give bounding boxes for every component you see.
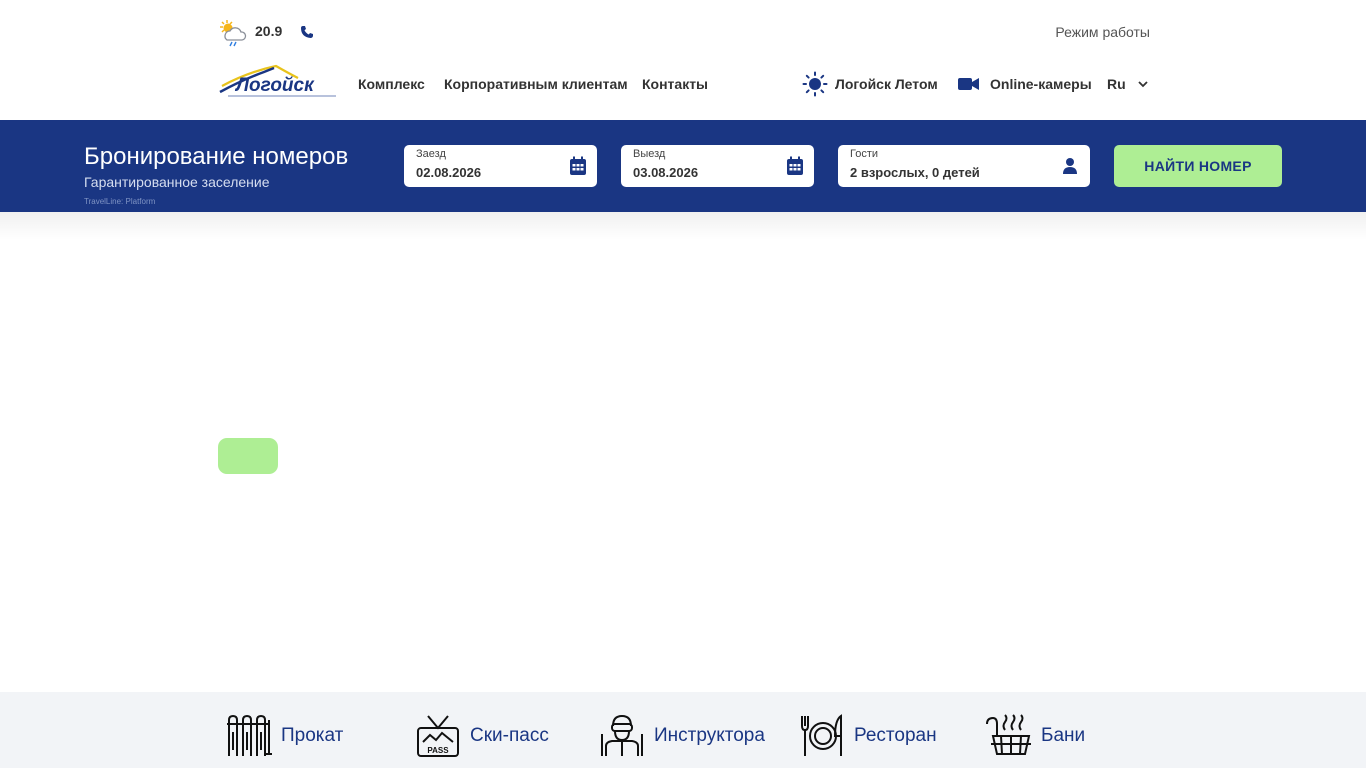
checkout-label: Выезд	[633, 148, 666, 160]
top-bar: 20.9 Режим работы	[218, 18, 1150, 48]
sauna-icon	[986, 714, 1031, 755]
booking-provider[interactable]: TravelLine: Platform	[84, 197, 155, 206]
svg-text:PASS: PASS	[427, 746, 449, 755]
logoysk-logo[interactable]: Логойск	[218, 62, 338, 102]
calendar-icon	[570, 156, 586, 175]
ski-pass-icon: PASS	[417, 715, 459, 757]
nav-corporate-clients[interactable]: Корпоративным клиентам	[444, 76, 628, 92]
checkin-date-field[interactable]: Заезд 02.08.2026	[404, 145, 597, 187]
service-restaurant[interactable]: Ресторан	[798, 714, 937, 758]
phone-icon[interactable]	[300, 25, 314, 39]
language-value: Ru	[1107, 76, 1126, 92]
temperature: 20.9	[255, 23, 283, 39]
sun-icon	[802, 71, 828, 97]
video-camera-icon	[958, 78, 979, 90]
guests-field[interactable]: Гости 2 взрослых, 0 детей	[838, 145, 1090, 187]
guests-label: Гости	[850, 148, 879, 160]
checkin-value: 02.08.2026	[416, 165, 482, 180]
booking-shadow	[0, 212, 1366, 240]
booking-widget: Бронирование номеров Гарантированное зас…	[0, 120, 1366, 212]
user-icon	[1063, 158, 1077, 174]
service-ski-pass[interactable]: PASS Ски-пасс	[414, 714, 549, 758]
nav-complex[interactable]: Комплекс	[358, 76, 425, 92]
service-sauna[interactable]: Бани	[985, 714, 1085, 758]
restaurant-icon	[801, 714, 842, 756]
summer-link[interactable]: Логойск Летом	[802, 70, 938, 98]
partly-cloudy-rain-icon	[220, 20, 247, 47]
service-label: Инструктора	[654, 725, 765, 746]
service-instructors[interactable]: Инструктора	[598, 714, 765, 758]
chevron-down-icon	[1138, 80, 1148, 87]
service-label: Ски-пасс	[470, 725, 549, 746]
online-cameras-link[interactable]: Online-камеры	[958, 70, 1092, 98]
find-room-button[interactable]: НАЙТИ НОМЕР	[1114, 145, 1282, 187]
main-nav: Логойск Комплекс Корпоративным клиентам …	[218, 60, 1150, 106]
service-label: Бани	[1041, 725, 1086, 746]
green-button-placeholder[interactable]	[218, 438, 278, 474]
svg-text:Логойск: Логойск	[234, 75, 315, 96]
language-selector[interactable]: Ru	[1107, 76, 1148, 92]
instructor-icon	[601, 714, 643, 756]
online-cameras-label: Online-камеры	[990, 76, 1092, 92]
checkin-label: Заезд	[416, 148, 446, 160]
skis-rental-icon	[227, 714, 272, 756]
calendar-icon	[787, 156, 803, 175]
service-label: Прокат	[281, 725, 344, 746]
services-bar: Прокат PASS Ски-пасс Инструктора Рестора…	[0, 692, 1366, 768]
service-rental[interactable]: Прокат	[225, 714, 343, 758]
guests-value: 2 взрослых, 0 детей	[850, 165, 980, 180]
summer-link-label: Логойск Летом	[835, 76, 938, 92]
nav-contacts[interactable]: Контакты	[642, 76, 708, 92]
checkout-value: 03.08.2026	[633, 165, 699, 180]
booking-title: Бронирование номеров	[84, 143, 349, 170]
work-hours-link[interactable]: Режим работы	[1055, 24, 1150, 40]
service-label: Ресторан	[854, 725, 937, 746]
booking-subtitle: Гарантированное заселение	[84, 174, 270, 190]
checkout-date-field[interactable]: Выезд 03.08.2026	[621, 145, 814, 187]
